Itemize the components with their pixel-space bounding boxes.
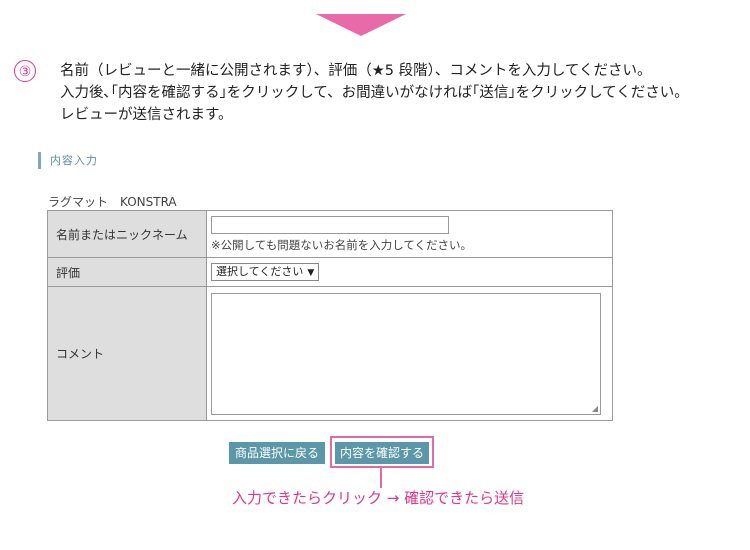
section-title: 内容入力 [38,152,98,169]
back-to-product-button[interactable]: 商品選択に戻る [229,442,325,464]
instruction-line-3: レビューが送信されます。 [60,107,233,123]
rating-label: 評価 [47,257,207,287]
name-hint: ※公開しても問題ないお名前を入力してください。 [211,237,473,252]
review-form: 名前またはニックネーム ※公開しても問題ないお名前を入力してください。 評価 選… [47,210,613,421]
instruction-line-2: 入力後､｢内容を確認する｣をクリックして、お間違いがなければ｢送信｣をクリックし… [60,85,689,101]
chevron-down-icon: ▼ [307,268,315,278]
step-number: ③ [14,60,36,82]
callout-line [380,468,382,488]
comment-textarea[interactable]: ◢ [211,292,601,415]
rating-cell: 選択してください ▼ [206,257,613,287]
comment-label: コメント [47,286,207,421]
resize-handle-icon[interactable]: ◢ [592,404,598,413]
rating-select[interactable]: 選択してください ▼ [211,263,320,281]
highlight-box [330,436,434,468]
down-arrow-icon [316,14,406,36]
instruction-line-1: 名前（レビューと一緒に公開されます）、評価（★5 段階）、コメントを入力してくだ… [60,63,652,79]
instructions: 名前（レビューと一緒に公開されます）、評価（★5 段階）、コメントを入力してくだ… [60,60,689,126]
name-label: 名前またはニックネーム [47,210,207,258]
product-name: ラグマット KONSTRA [48,195,177,209]
rating-select-value: 選択してください [216,265,304,278]
callout-text: 入力できたらクリック → 確認できたら送信 [232,489,525,507]
name-cell: ※公開しても問題ないお名前を入力してください。 [206,210,613,258]
name-input[interactable] [211,215,449,234]
comment-cell: ◢ [206,286,613,421]
